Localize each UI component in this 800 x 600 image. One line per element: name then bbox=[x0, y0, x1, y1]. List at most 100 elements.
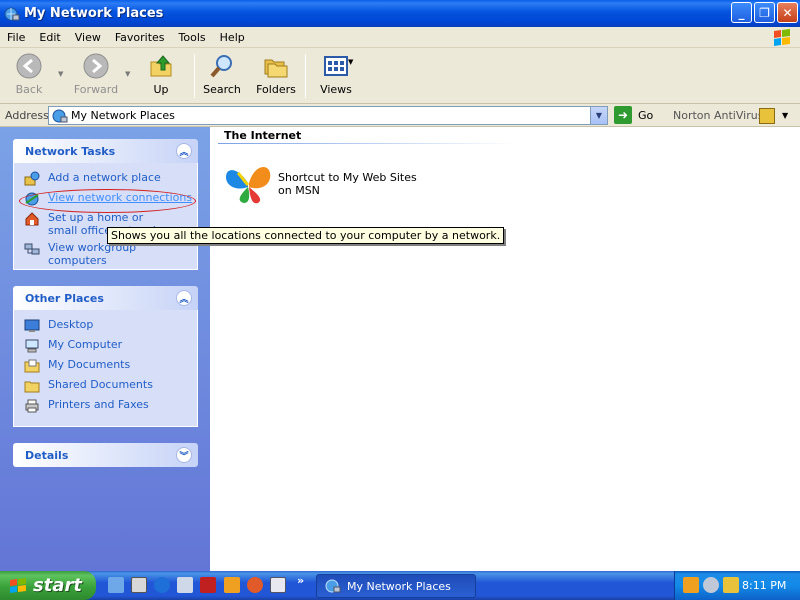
views-button[interactable]: Views bbox=[309, 52, 363, 96]
windows-flag-icon bbox=[10, 577, 26, 593]
up-label: Up bbox=[153, 83, 169, 96]
forward-button[interactable]: Forward bbox=[69, 52, 123, 96]
forward-arrow-icon bbox=[83, 53, 109, 79]
norton-antivirus-icon[interactable] bbox=[759, 108, 775, 124]
shortcut-label: Shortcut to My Web Sites on MSN bbox=[278, 171, 417, 197]
quicklaunch-app3-icon[interactable] bbox=[270, 577, 286, 593]
search-label: Search bbox=[203, 83, 241, 96]
maximize-button[interactable]: ❐ bbox=[754, 2, 775, 23]
task-view-network-connections[interactable]: View network connections bbox=[24, 191, 197, 211]
norton-dropdown-icon[interactable]: ▼ bbox=[782, 111, 788, 120]
menu-view[interactable]: View bbox=[68, 31, 108, 44]
details-header[interactable]: Details ︾ bbox=[13, 443, 198, 467]
place-printers-and-faxes[interactable]: Printers and Faxes bbox=[24, 398, 197, 418]
forward-label: Forward bbox=[73, 83, 119, 96]
task-add-network-place[interactable]: Add a network place bbox=[24, 171, 197, 191]
tray-messenger-icon[interactable] bbox=[683, 577, 699, 593]
close-button[interactable]: ✕ bbox=[777, 2, 798, 23]
network-tasks-panel: Network Tasks ︽ Add a network place View… bbox=[13, 139, 198, 270]
task-label: View network connections bbox=[48, 191, 193, 204]
quicklaunch-app-icon[interactable] bbox=[224, 577, 240, 593]
quicklaunch-search-icon[interactable] bbox=[177, 577, 193, 593]
place-label: Shared Documents bbox=[48, 378, 153, 391]
taskbar-item-label: My Network Places bbox=[347, 579, 451, 593]
task-label: Add a network place bbox=[48, 171, 161, 184]
tooltip: Shows you all the locations connected to… bbox=[107, 227, 505, 244]
quicklaunch-app2-icon[interactable] bbox=[247, 577, 263, 593]
up-button[interactable]: Up bbox=[134, 52, 188, 96]
network-tasks-title: Network Tasks bbox=[25, 144, 116, 158]
group-header: The Internet bbox=[224, 129, 302, 142]
other-places-title: Other Places bbox=[25, 291, 104, 305]
clock: 8:11 PM bbox=[742, 579, 787, 592]
menu-help[interactable]: Help bbox=[213, 31, 252, 44]
details-title: Details bbox=[25, 448, 69, 462]
quicklaunch-ie-icon[interactable] bbox=[154, 577, 170, 593]
place-my-computer[interactable]: My Computer bbox=[24, 338, 197, 358]
norton-antivirus-label[interactable]: Norton AntiVirus bbox=[673, 109, 763, 122]
menu-edit[interactable]: Edit bbox=[32, 31, 67, 44]
address-input[interactable]: My Network Places ▼ bbox=[48, 106, 608, 125]
title-bar[interactable]: My Network Places _ ❐ ✕ bbox=[0, 0, 800, 27]
other-places-panel: Other Places ︽ Desktop My Computer My Do… bbox=[13, 286, 198, 427]
views-label: Views bbox=[320, 83, 352, 96]
desktop-icon bbox=[24, 319, 40, 332]
msn-web-sites-shortcut[interactable]: Shortcut to My Web Sites on MSN bbox=[224, 161, 428, 205]
quicklaunch-media-icon[interactable] bbox=[131, 577, 147, 593]
search-icon bbox=[210, 55, 232, 78]
add-network-place-icon bbox=[24, 171, 40, 186]
folders-button[interactable]: Folders bbox=[249, 52, 303, 96]
go-label: Go bbox=[638, 108, 654, 122]
back-dropdown-icon[interactable]: ▼ bbox=[58, 70, 63, 78]
views-icon bbox=[324, 56, 348, 76]
back-button[interactable]: Back bbox=[2, 52, 56, 96]
place-label: Desktop bbox=[48, 318, 94, 331]
tray-audio-icon[interactable] bbox=[703, 577, 719, 593]
network-places-icon bbox=[325, 579, 341, 593]
menu-favorites[interactable]: Favorites bbox=[108, 31, 172, 44]
network-places-icon bbox=[4, 7, 20, 20]
task-view-workgroup-computers[interactable]: View workgroup computers bbox=[24, 241, 197, 267]
place-desktop[interactable]: Desktop bbox=[24, 318, 197, 338]
start-button[interactable]: start bbox=[0, 571, 96, 600]
menu-file[interactable]: File bbox=[0, 31, 32, 44]
search-button[interactable]: Search bbox=[195, 52, 249, 96]
address-label: Address bbox=[5, 108, 49, 122]
collapse-chevron-icon[interactable]: ︽ bbox=[176, 290, 192, 306]
folders-icon bbox=[264, 59, 288, 78]
back-arrow-icon bbox=[16, 53, 42, 79]
go-button[interactable]: ➜ Go bbox=[614, 106, 653, 124]
collapse-chevron-icon[interactable]: ︽ bbox=[176, 143, 192, 159]
address-bar: Address My Network Places ▼ ➜ Go Norton … bbox=[0, 104, 800, 127]
task-pane: Network Tasks ︽ Add a network place View… bbox=[0, 127, 210, 571]
task-label: View workgroup computers bbox=[48, 241, 137, 267]
menu-tools[interactable]: Tools bbox=[172, 31, 213, 44]
quicklaunch-outlook-icon[interactable] bbox=[108, 577, 124, 593]
toolbar-separator bbox=[305, 54, 306, 98]
my-documents-icon bbox=[24, 359, 40, 373]
quicklaunch-more-icon[interactable]: » bbox=[297, 574, 304, 587]
address-dropdown-icon[interactable]: ▼ bbox=[590, 107, 607, 124]
file-view: The Internet Shortcut to My Web Sites on… bbox=[210, 127, 800, 571]
tray-norton-icon[interactable] bbox=[723, 577, 739, 593]
expand-chevron-icon[interactable]: ︾ bbox=[176, 447, 192, 463]
go-arrow-icon: ➜ bbox=[614, 106, 632, 124]
quicklaunch-mcafee-icon[interactable] bbox=[200, 577, 216, 593]
place-shared-documents[interactable]: Shared Documents bbox=[24, 378, 197, 398]
taskbar-item-my-network-places[interactable]: My Network Places bbox=[316, 574, 476, 598]
my-computer-icon bbox=[25, 339, 39, 353]
address-value: My Network Places bbox=[71, 109, 175, 122]
start-label: start bbox=[33, 575, 82, 596]
window-title: My Network Places bbox=[24, 6, 164, 21]
other-places-header[interactable]: Other Places ︽ bbox=[13, 286, 198, 310]
views-dropdown-icon[interactable]: ▼ bbox=[348, 58, 353, 66]
windows-logo-icon bbox=[774, 29, 790, 46]
back-label: Back bbox=[15, 83, 43, 96]
up-folder-icon bbox=[150, 55, 172, 77]
minimize-button[interactable]: _ bbox=[731, 2, 752, 23]
network-tasks-header[interactable]: Network Tasks ︽ bbox=[13, 139, 198, 163]
printer-icon bbox=[25, 399, 39, 413]
group-divider bbox=[218, 143, 518, 144]
forward-dropdown-icon[interactable]: ▼ bbox=[125, 70, 130, 78]
place-my-documents[interactable]: My Documents bbox=[24, 358, 197, 378]
